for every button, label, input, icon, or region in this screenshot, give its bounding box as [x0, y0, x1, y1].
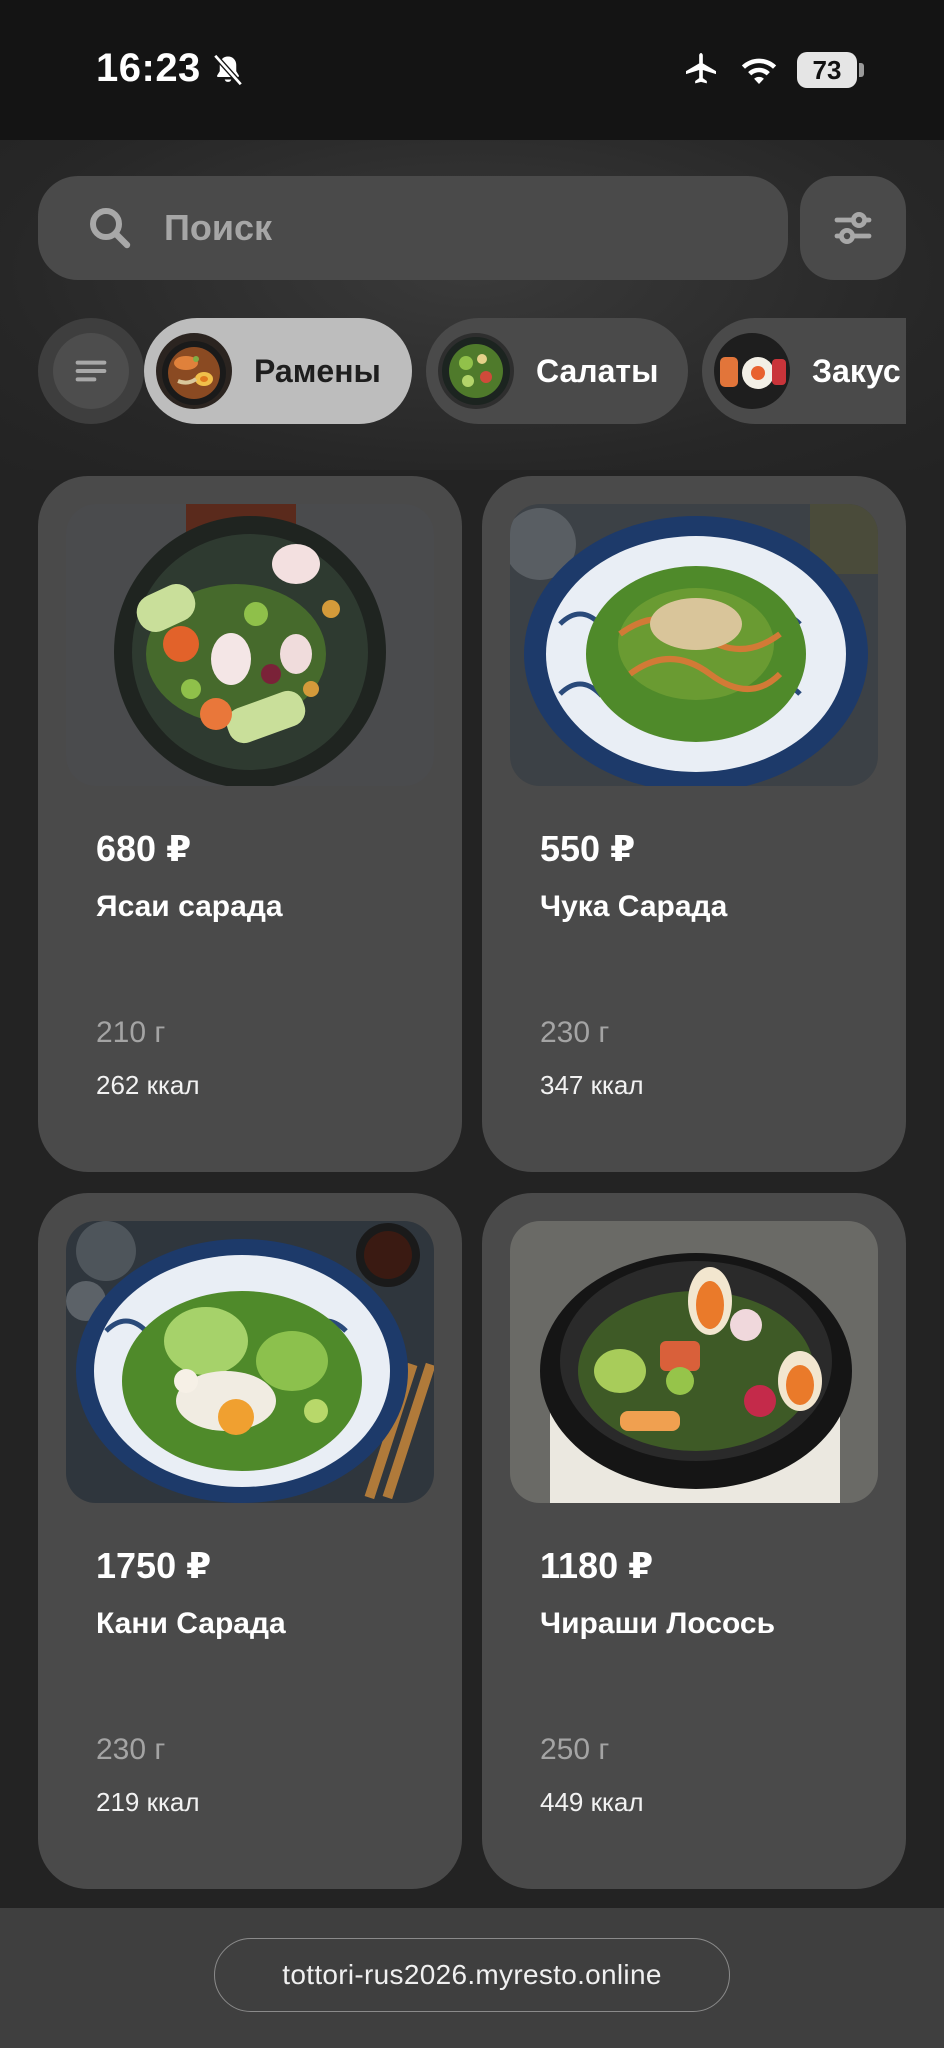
ramen-thumbnail: [156, 333, 232, 409]
product-card[interactable]: 680 ₽ Ясаи сарада 210 г 262 ккал: [38, 476, 462, 1172]
battery-icon: 73: [797, 52, 857, 88]
product-price: 1750 ₽: [96, 1545, 212, 1586]
status-bar: 16:23 73: [0, 0, 944, 140]
product-weight: 230 г: [96, 1733, 166, 1766]
product-calories: 219 ккал: [96, 1787, 200, 1817]
url-text: tottori-rus2026.myresto.online: [282, 1959, 662, 1990]
sliders-icon: [834, 211, 872, 244]
product-price: 550 ₽: [540, 828, 636, 869]
product-price: 680 ₽: [96, 828, 192, 869]
category-strip[interactable]: Рамены Салаты Закус: [38, 318, 906, 424]
product-card[interactable]: 1750 ₽ Кани Сарада 230 г 219 ккал: [38, 1193, 462, 1889]
bell-slash-icon: [213, 53, 243, 87]
product-name: Чираши Лосось: [540, 1607, 776, 1640]
category-label: Закус: [812, 352, 901, 389]
product-name: Ясаи сарада: [96, 890, 283, 923]
battery-nub: [859, 63, 864, 77]
product-calories: 449 ккал: [540, 1787, 644, 1817]
battery-level: 73: [812, 54, 842, 85]
category-menu-button[interactable]: [38, 318, 144, 424]
menu-lines-icon: [75, 360, 107, 382]
wifi-icon: [741, 58, 777, 84]
product-image: [510, 1221, 878, 1503]
category-label: Салаты: [536, 352, 659, 389]
product-image: [510, 504, 878, 786]
snack-thumbnail: [714, 333, 790, 409]
product-name: Чука Сарада: [540, 890, 728, 923]
search-icon: [90, 208, 131, 249]
filter-button[interactable]: [800, 176, 906, 280]
search-input[interactable]: [164, 176, 744, 280]
product-image: [66, 1221, 434, 1503]
product-weight: 210 г: [96, 1016, 166, 1049]
product-image: [66, 504, 434, 786]
status-time: 16:23: [96, 46, 201, 90]
category-label: Рамены: [254, 352, 381, 389]
salad-thumbnail: [438, 333, 514, 409]
search-bar[interactable]: [38, 176, 788, 280]
product-calories: 262 ккал: [96, 1070, 200, 1100]
address-bar[interactable]: tottori-rus2026.myresto.online: [214, 1938, 730, 2012]
product-card[interactable]: 1180 ₽ Чираши Лосось 250 г 449 ккал: [482, 1193, 906, 1889]
product-name: Кани Сарада: [96, 1607, 286, 1640]
product-calories: 347 ккал: [540, 1070, 644, 1100]
category-chip-salads[interactable]: Салаты: [426, 318, 688, 424]
product-price: 1180 ₽: [540, 1545, 654, 1586]
product-card[interactable]: 550 ₽ Чука Сарада 230 г 347 ккал: [482, 476, 906, 1172]
category-chip-ramen[interactable]: Рамены: [144, 318, 412, 424]
airplane-icon: [686, 53, 716, 84]
category-chip-snacks[interactable]: Закус: [702, 318, 906, 424]
category-menu-circle: [53, 333, 129, 409]
product-weight: 230 г: [540, 1016, 610, 1049]
browser-bottom-bar: tottori-rus2026.myresto.online: [0, 1908, 944, 2048]
product-weight: 250 г: [540, 1733, 610, 1766]
